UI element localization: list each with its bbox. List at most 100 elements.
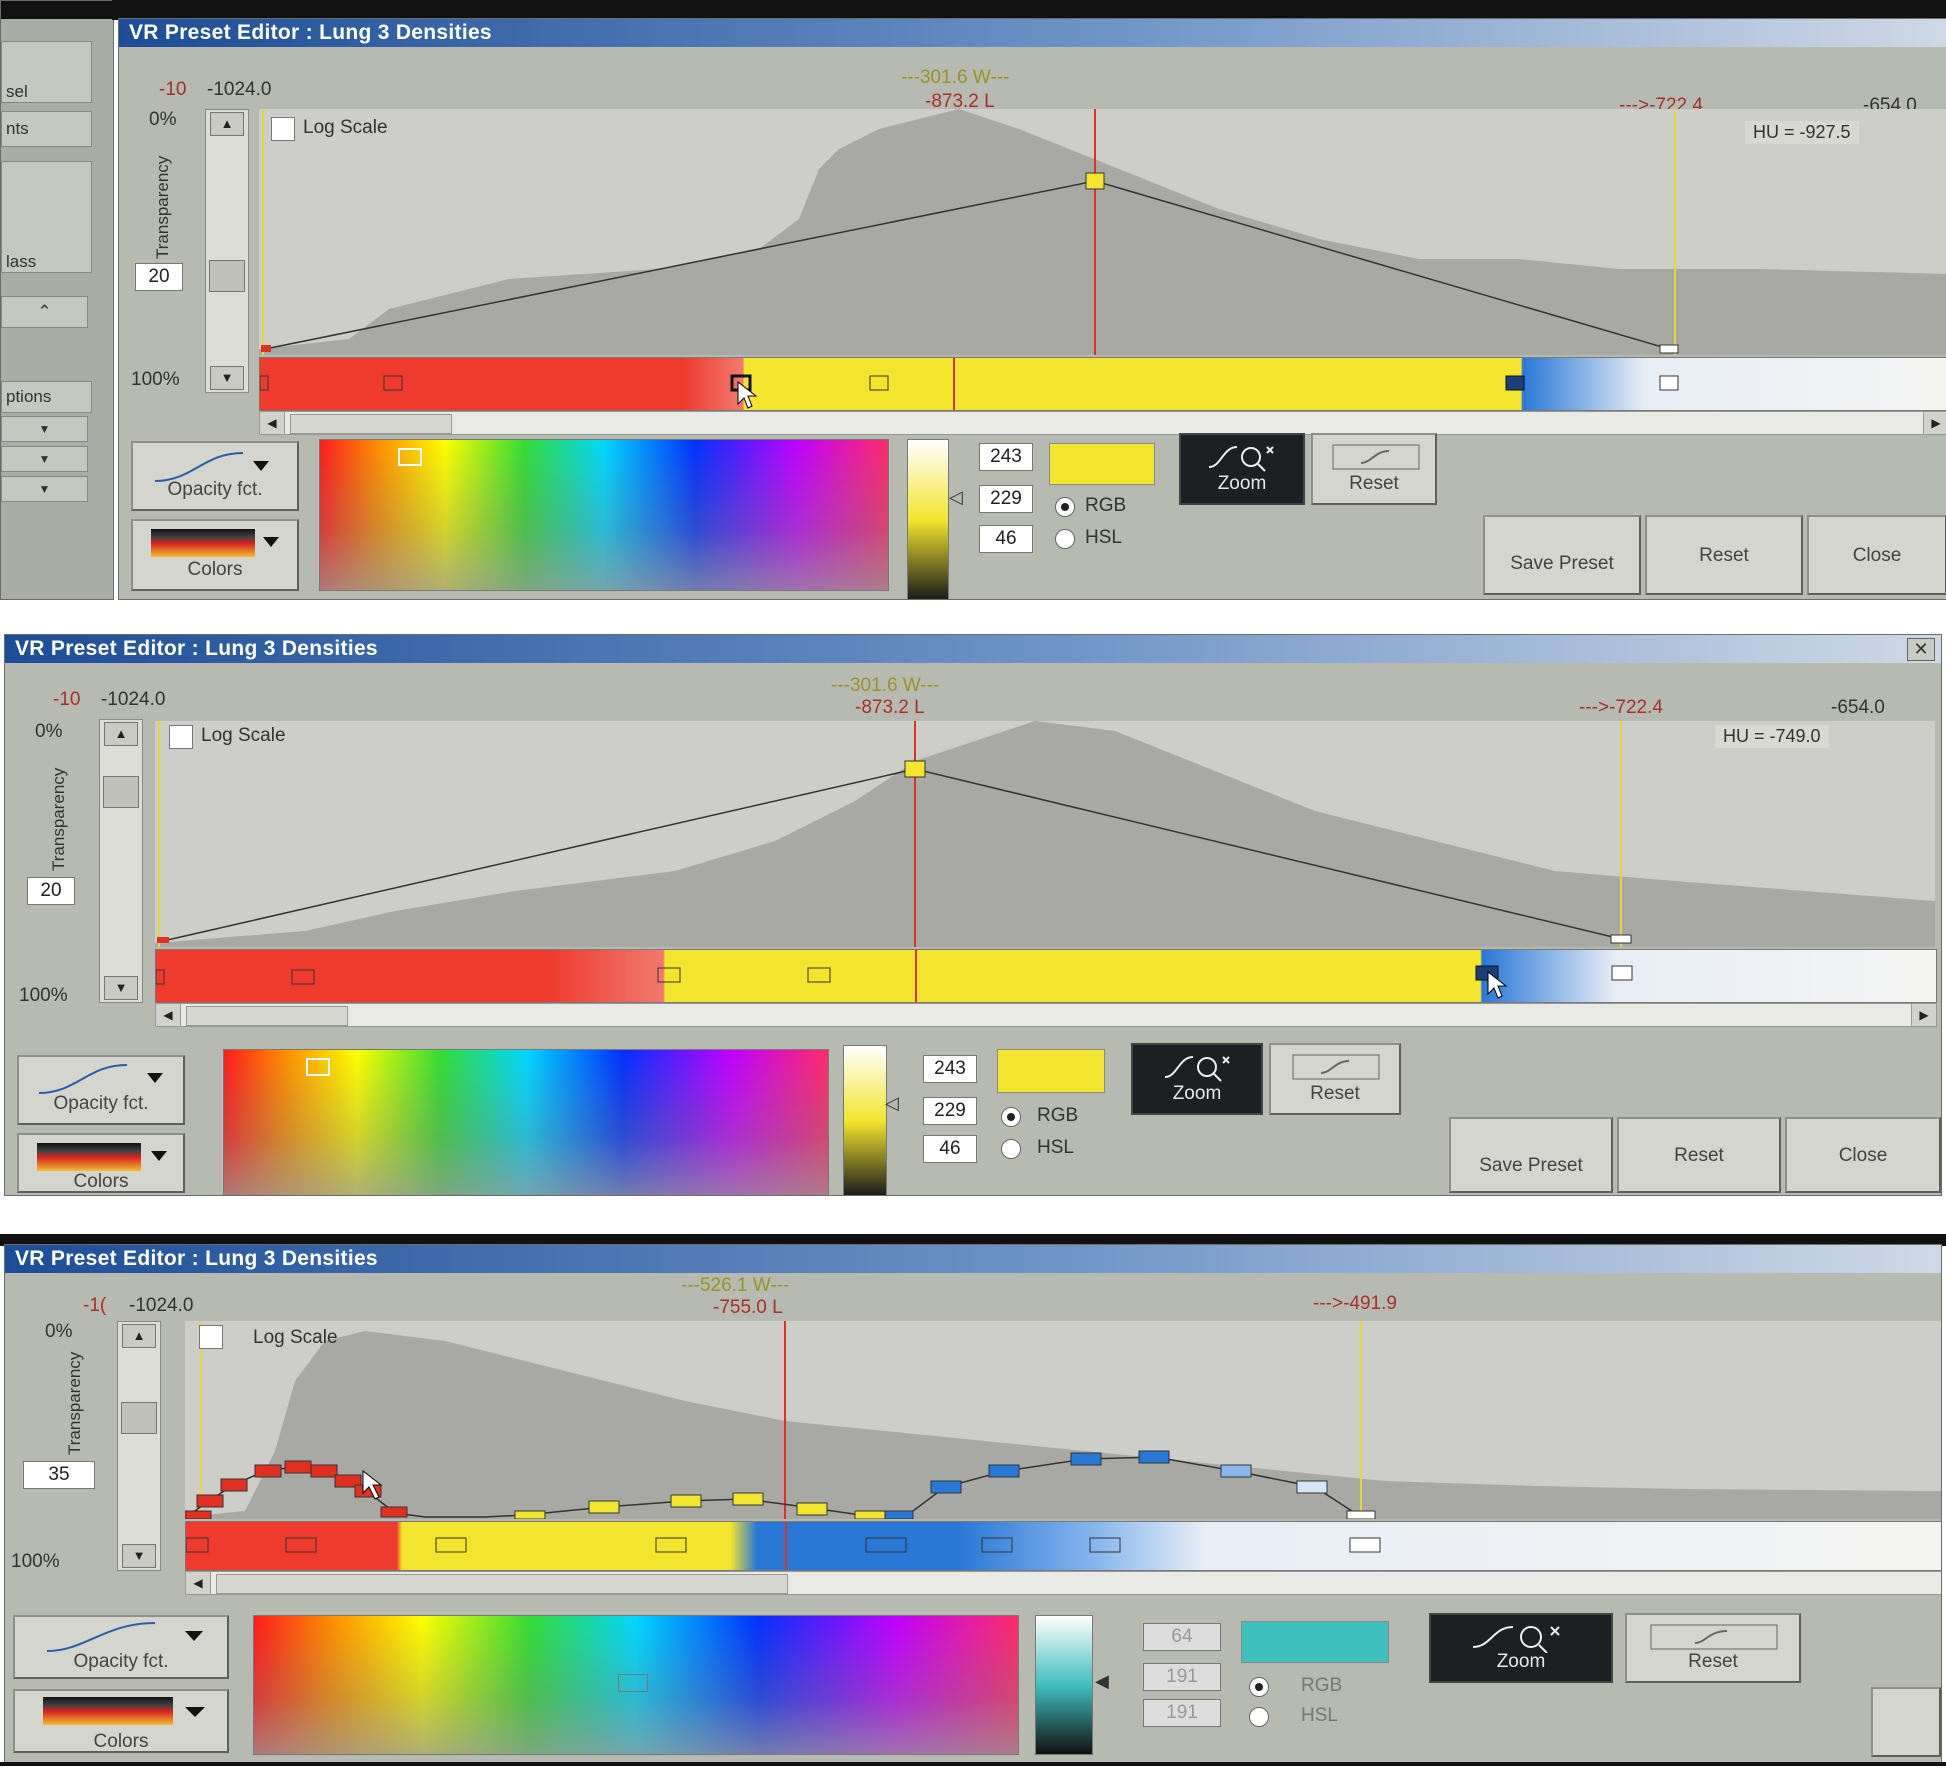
color-stop[interactable] [1349,1537,1381,1553]
rgb-radio[interactable] [1249,1677,1269,1697]
blue-value[interactable]: 191 [1143,1699,1221,1727]
color-stop[interactable] [1659,375,1679,391]
slider-thumb[interactable] [121,1402,157,1434]
colors-button[interactable]: Colors [17,1133,185,1193]
color-stop[interactable] [435,1537,467,1553]
color-stop[interactable] [1089,1537,1121,1553]
red-value[interactable]: 243 [923,1055,977,1083]
opacity-point-end[interactable] [1659,344,1679,354]
color-stop[interactable] [807,967,831,983]
color-stop[interactable] [869,375,889,391]
horizontal-scrollbar[interactable]: ◀ [185,1571,1941,1595]
sidebar-item-ptions[interactable]: ptions [1,381,92,413]
color-spectrum-picker[interactable] [253,1615,1019,1755]
opacity-point-peak[interactable] [1085,172,1105,190]
reset-zoom-button[interactable]: Reset [1625,1613,1801,1683]
histogram-area[interactable]: Log Scale HU = -749.0 [155,721,1935,947]
sidebar-dropdown-2[interactable]: ▼ [1,446,88,472]
green-value[interactable]: 229 [979,485,1033,513]
transparency-slider[interactable]: ▲ ▼ [205,109,249,393]
green-value[interactable]: 191 [1143,1663,1221,1691]
save-preset-button[interactable]: Save Preset [1483,515,1641,595]
reset-zoom-button[interactable]: Reset [1269,1043,1401,1115]
close-button[interactable]: Close [1785,1117,1941,1193]
opacity-point-start[interactable] [261,345,271,352]
slider-up-arrow[interactable]: ▲ [122,1324,156,1348]
sidebar-dropdown-1[interactable]: ▼ [1,416,88,442]
scroll-right-arrow[interactable]: ▶ [1923,412,1946,434]
scroll-right-arrow[interactable]: ▶ [1911,1004,1936,1026]
color-stop[interactable] [291,969,315,985]
save-preset-button-partial[interactable] [1871,1687,1941,1757]
reset-zoom-button[interactable]: Reset [1311,433,1437,505]
green-value[interactable]: 229 [923,1097,977,1125]
luminance-bar[interactable] [907,439,949,599]
luminance-bar[interactable] [1035,1615,1093,1755]
color-transfer-bar[interactable] [185,1521,1941,1571]
histogram-area[interactable]: Log Scale HU = -927.5 [259,109,1946,355]
transparency-value[interactable]: 20 [135,263,183,291]
reset-button[interactable]: Reset [1617,1117,1781,1193]
horizontal-scrollbar[interactable]: ◀ ▶ [259,411,1946,435]
log-scale-checkbox[interactable] [169,725,193,749]
color-stop[interactable] [1505,375,1525,391]
opacity-point-start[interactable] [157,937,169,943]
color-transfer-bar[interactable] [259,357,1946,411]
horizontal-scrollbar[interactable]: ◀ ▶ [155,1003,1937,1027]
color-stop[interactable] [655,1537,687,1553]
opacity-function-button[interactable]: Opacity fct. [13,1615,229,1679]
log-scale-checkbox[interactable] [271,117,295,141]
scroll-thumb[interactable] [186,1006,348,1026]
transparency-value[interactable]: 20 [27,877,75,905]
close-button[interactable]: Close [1807,515,1946,595]
opacity-point-peak[interactable] [904,760,926,778]
rgb-radio[interactable] [1055,497,1075,517]
color-stop[interactable] [1611,965,1633,981]
color-stop[interactable] [981,1537,1013,1553]
scroll-left-arrow[interactable]: ◀ [260,412,285,434]
color-stop[interactable] [865,1537,907,1553]
scroll-thumb[interactable] [216,1574,788,1594]
sidebar-item-nts[interactable]: nts [1,111,92,147]
zoom-button[interactable]: Zoom [1429,1613,1613,1683]
slider-down-arrow[interactable]: ▼ [104,976,138,1000]
color-stop[interactable] [285,1537,317,1553]
red-value[interactable]: 64 [1143,1623,1221,1651]
close-icon[interactable]: ✕ [1907,638,1935,661]
colors-button[interactable]: Colors [131,519,299,591]
red-value[interactable]: 243 [979,443,1033,471]
rgb-radio[interactable] [1001,1107,1021,1127]
slider-down-arrow[interactable]: ▼ [122,1544,156,1568]
blue-value[interactable]: 46 [923,1135,977,1163]
slider-up-arrow[interactable]: ▲ [104,722,138,746]
opacity-function-button[interactable]: Opacity fct. [131,441,299,511]
hsl-radio[interactable] [1001,1139,1021,1159]
hsl-radio[interactable] [1249,1707,1269,1727]
color-stop[interactable] [657,967,681,983]
scroll-thumb[interactable] [290,414,452,434]
luminance-bar[interactable] [843,1045,887,1195]
save-preset-button[interactable]: Save Preset [1449,1117,1613,1193]
slider-down-arrow[interactable]: ▼ [210,366,244,390]
colors-button[interactable]: Colors [13,1689,229,1753]
transparency-slider[interactable]: ▲ ▼ [99,719,143,1003]
color-stop[interactable] [260,375,269,391]
scroll-left-arrow[interactable]: ◀ [186,1572,211,1594]
opacity-point-end[interactable] [1610,934,1632,944]
sidebar-item-sel[interactable]: sel [1,41,92,103]
scroll-left-arrow[interactable]: ◀ [156,1004,181,1026]
color-transfer-bar[interactable] [155,949,1937,1003]
reset-button[interactable]: Reset [1645,515,1803,595]
color-stop[interactable] [383,375,403,391]
zoom-button[interactable]: Zoom [1179,433,1305,505]
color-spectrum-picker[interactable] [319,439,889,591]
color-stop[interactable] [186,1537,209,1553]
zoom-button[interactable]: Zoom [1131,1043,1263,1115]
slider-thumb[interactable] [209,260,245,292]
slider-up-arrow[interactable]: ▲ [210,112,244,136]
transparency-slider[interactable]: ▲ ▼ [117,1321,161,1571]
histogram-area[interactable]: Log Scale [185,1321,1941,1519]
sidebar-item-collapse[interactable]: ⌃ [1,296,88,328]
color-stop[interactable] [156,969,165,985]
opacity-function-button[interactable]: Opacity fct. [17,1055,185,1125]
